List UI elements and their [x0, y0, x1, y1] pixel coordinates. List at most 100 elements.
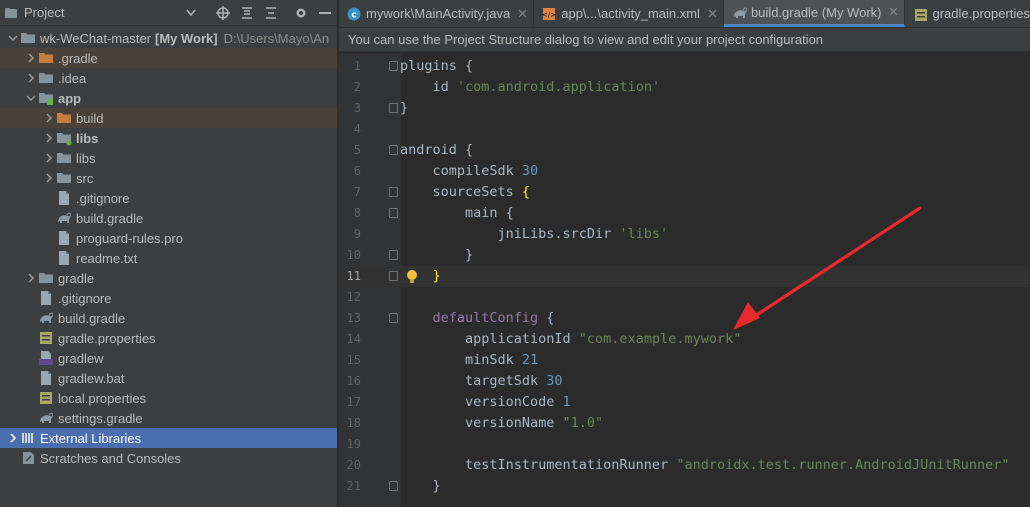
fold-marker-icon[interactable]	[389, 187, 398, 197]
line-number: 7	[353, 185, 361, 199]
code-text: defaultConfig {	[433, 308, 555, 329]
intention-lightbulb-icon[interactable]	[405, 269, 419, 284]
chevron-down-icon[interactable]	[6, 28, 20, 48]
code-line[interactable]: 14 applicationId "com.example.mywork"	[339, 329, 1030, 350]
tree-item[interactable]: gradle	[0, 268, 337, 288]
tree-item[interactable]: Scratches and Consoles	[0, 448, 337, 468]
fold-marker-icon[interactable]	[389, 481, 398, 491]
code-line[interactable]: 20 testInstrumentationRunner "androidx.te…	[339, 455, 1030, 476]
tree-item[interactable]: .idea	[0, 68, 337, 88]
code-line[interactable]: 15 minSdk 21	[339, 350, 1030, 371]
editor-tab[interactable]: build.gradle (My Work)	[723, 0, 906, 27]
line-number: 2	[353, 80, 361, 94]
code-line[interactable]: 19	[339, 434, 1030, 455]
tree-item[interactable]: build.gradle	[0, 208, 337, 228]
chevron-right-icon[interactable]	[24, 48, 38, 68]
tree-item-label: .idea	[58, 70, 87, 86]
chevron-right-icon[interactable]	[24, 268, 38, 288]
code-line[interactable]: 1 plugins {	[339, 56, 1030, 77]
code-line[interactable]: 8 main {	[339, 203, 1030, 224]
chevron-right-icon[interactable]	[42, 148, 56, 168]
code-lines[interactable]: 1 plugins { 2 id 'com.android.application' 3…	[339, 56, 1030, 497]
fold-marker-icon[interactable]	[389, 103, 398, 113]
code-line[interactable]: 5 android {	[339, 140, 1030, 161]
code-token: defaultConfig	[432, 310, 539, 326]
tree-item[interactable]: local.properties	[0, 388, 337, 408]
settings-gear-icon[interactable]	[289, 1, 313, 25]
tree-item[interactable]: External Libraries	[0, 428, 337, 448]
tree-item[interactable]: libs	[0, 128, 337, 148]
editor-tab[interactable]: c mywork\MainActivity.java	[339, 0, 535, 27]
chevron-right-icon[interactable]	[42, 108, 56, 128]
code-text: id 'com.android.application'	[433, 77, 661, 98]
code-line[interactable]: 18 versionName "1.0"	[339, 413, 1030, 434]
close-tab-icon[interactable]	[889, 5, 898, 19]
close-tab-icon[interactable]	[518, 7, 527, 21]
code-line[interactable]: 10}	[339, 245, 1030, 266]
chevron-down-icon[interactable]	[24, 88, 38, 108]
code-text: targetSdk 30	[465, 371, 563, 392]
project-title[interactable]: Project	[24, 5, 64, 20]
file-icon	[56, 250, 72, 266]
tree-item[interactable]: gradle.properties	[0, 328, 337, 348]
tree-item[interactable]: libs	[0, 148, 337, 168]
select-opened-file-icon[interactable]	[211, 1, 235, 25]
hide-panel-icon[interactable]	[313, 1, 337, 25]
code-line[interactable]: 16 targetSdk 30	[339, 371, 1030, 392]
tree-item[interactable]: build	[0, 108, 337, 128]
tree-item[interactable]: readme.txt	[0, 248, 337, 268]
editor-tab-label: build.gradle (My Work)	[750, 4, 882, 20]
code-token: versionCode	[465, 394, 563, 410]
code-editor[interactable]: 1 plugins { 2 id 'com.android.application' 3…	[339, 54, 1030, 507]
tree-item[interactable]: gradlew	[0, 348, 337, 368]
tree-item-label: libs	[76, 130, 99, 146]
code-line[interactable]: 7 sourceSets {	[339, 182, 1030, 203]
editor-tab[interactable]: </> app\...\activity_main.xml	[534, 0, 724, 27]
fold-marker-icon[interactable]	[389, 313, 398, 323]
tree-item[interactable]: app	[0, 88, 337, 108]
editor-tab[interactable]: gradle.properties	[905, 0, 1030, 27]
code-line[interactable]: 4	[339, 119, 1030, 140]
tree-item[interactable]: .gradle	[0, 48, 337, 68]
close-tab-icon[interactable]	[708, 7, 717, 21]
chevron-right-icon[interactable]	[42, 128, 56, 148]
code-line[interactable]: 6 compileSdk 30	[339, 161, 1030, 182]
code-line[interactable]: 3}	[339, 98, 1030, 119]
code-line[interactable]: 21}	[339, 476, 1030, 497]
code-line[interactable]: 2 id 'com.android.application'	[339, 77, 1030, 98]
code-line[interactable]: 11}	[339, 266, 1030, 287]
line-number: 6	[353, 164, 361, 178]
tree-item[interactable]: .gitignore	[0, 288, 337, 308]
tree-item[interactable]: wk-WeChat-master [My Work] D:\Users\Mayo\A…	[0, 28, 337, 48]
fold-marker-icon[interactable]	[389, 250, 398, 260]
code-token: testInstrumentationRunner	[465, 457, 677, 473]
fold-marker-icon[interactable]	[389, 208, 398, 218]
tree-item[interactable]: settings.gradle	[0, 408, 337, 428]
tree-item-label: build.gradle	[76, 210, 144, 226]
collapse-all-icon[interactable]	[259, 1, 283, 25]
code-line[interactable]: 12	[339, 287, 1030, 308]
tree-item[interactable]: .gitignore	[0, 188, 337, 208]
tree-item[interactable]: src	[0, 168, 337, 188]
chevron-right-icon[interactable]	[24, 68, 38, 88]
project-header: Project	[0, 0, 337, 26]
code-line[interactable]: 9 jniLibs.srcDir 'libs'	[339, 224, 1030, 245]
fold-marker-icon[interactable]	[389, 61, 398, 71]
code-line[interactable]: 13 defaultConfig {	[339, 308, 1030, 329]
expand-all-icon[interactable]	[235, 1, 259, 25]
code-line[interactable]: 17 versionCode 1	[339, 392, 1030, 413]
chevron-right-icon[interactable]	[6, 428, 20, 448]
chevron-right-icon[interactable]	[42, 168, 56, 188]
code-token: targetSdk	[465, 373, 547, 389]
view-dropdown-icon[interactable]	[179, 1, 203, 25]
code-token: compileSdk	[432, 163, 522, 179]
fold-marker-icon[interactable]	[389, 145, 398, 155]
line-number: 4	[353, 122, 361, 136]
fold-marker-icon[interactable]	[389, 271, 398, 281]
tree-item[interactable]: proguard-rules.pro	[0, 228, 337, 248]
tree-item[interactable]: gradlew.bat	[0, 368, 337, 388]
tree-item[interactable]: build.gradle	[0, 308, 337, 328]
